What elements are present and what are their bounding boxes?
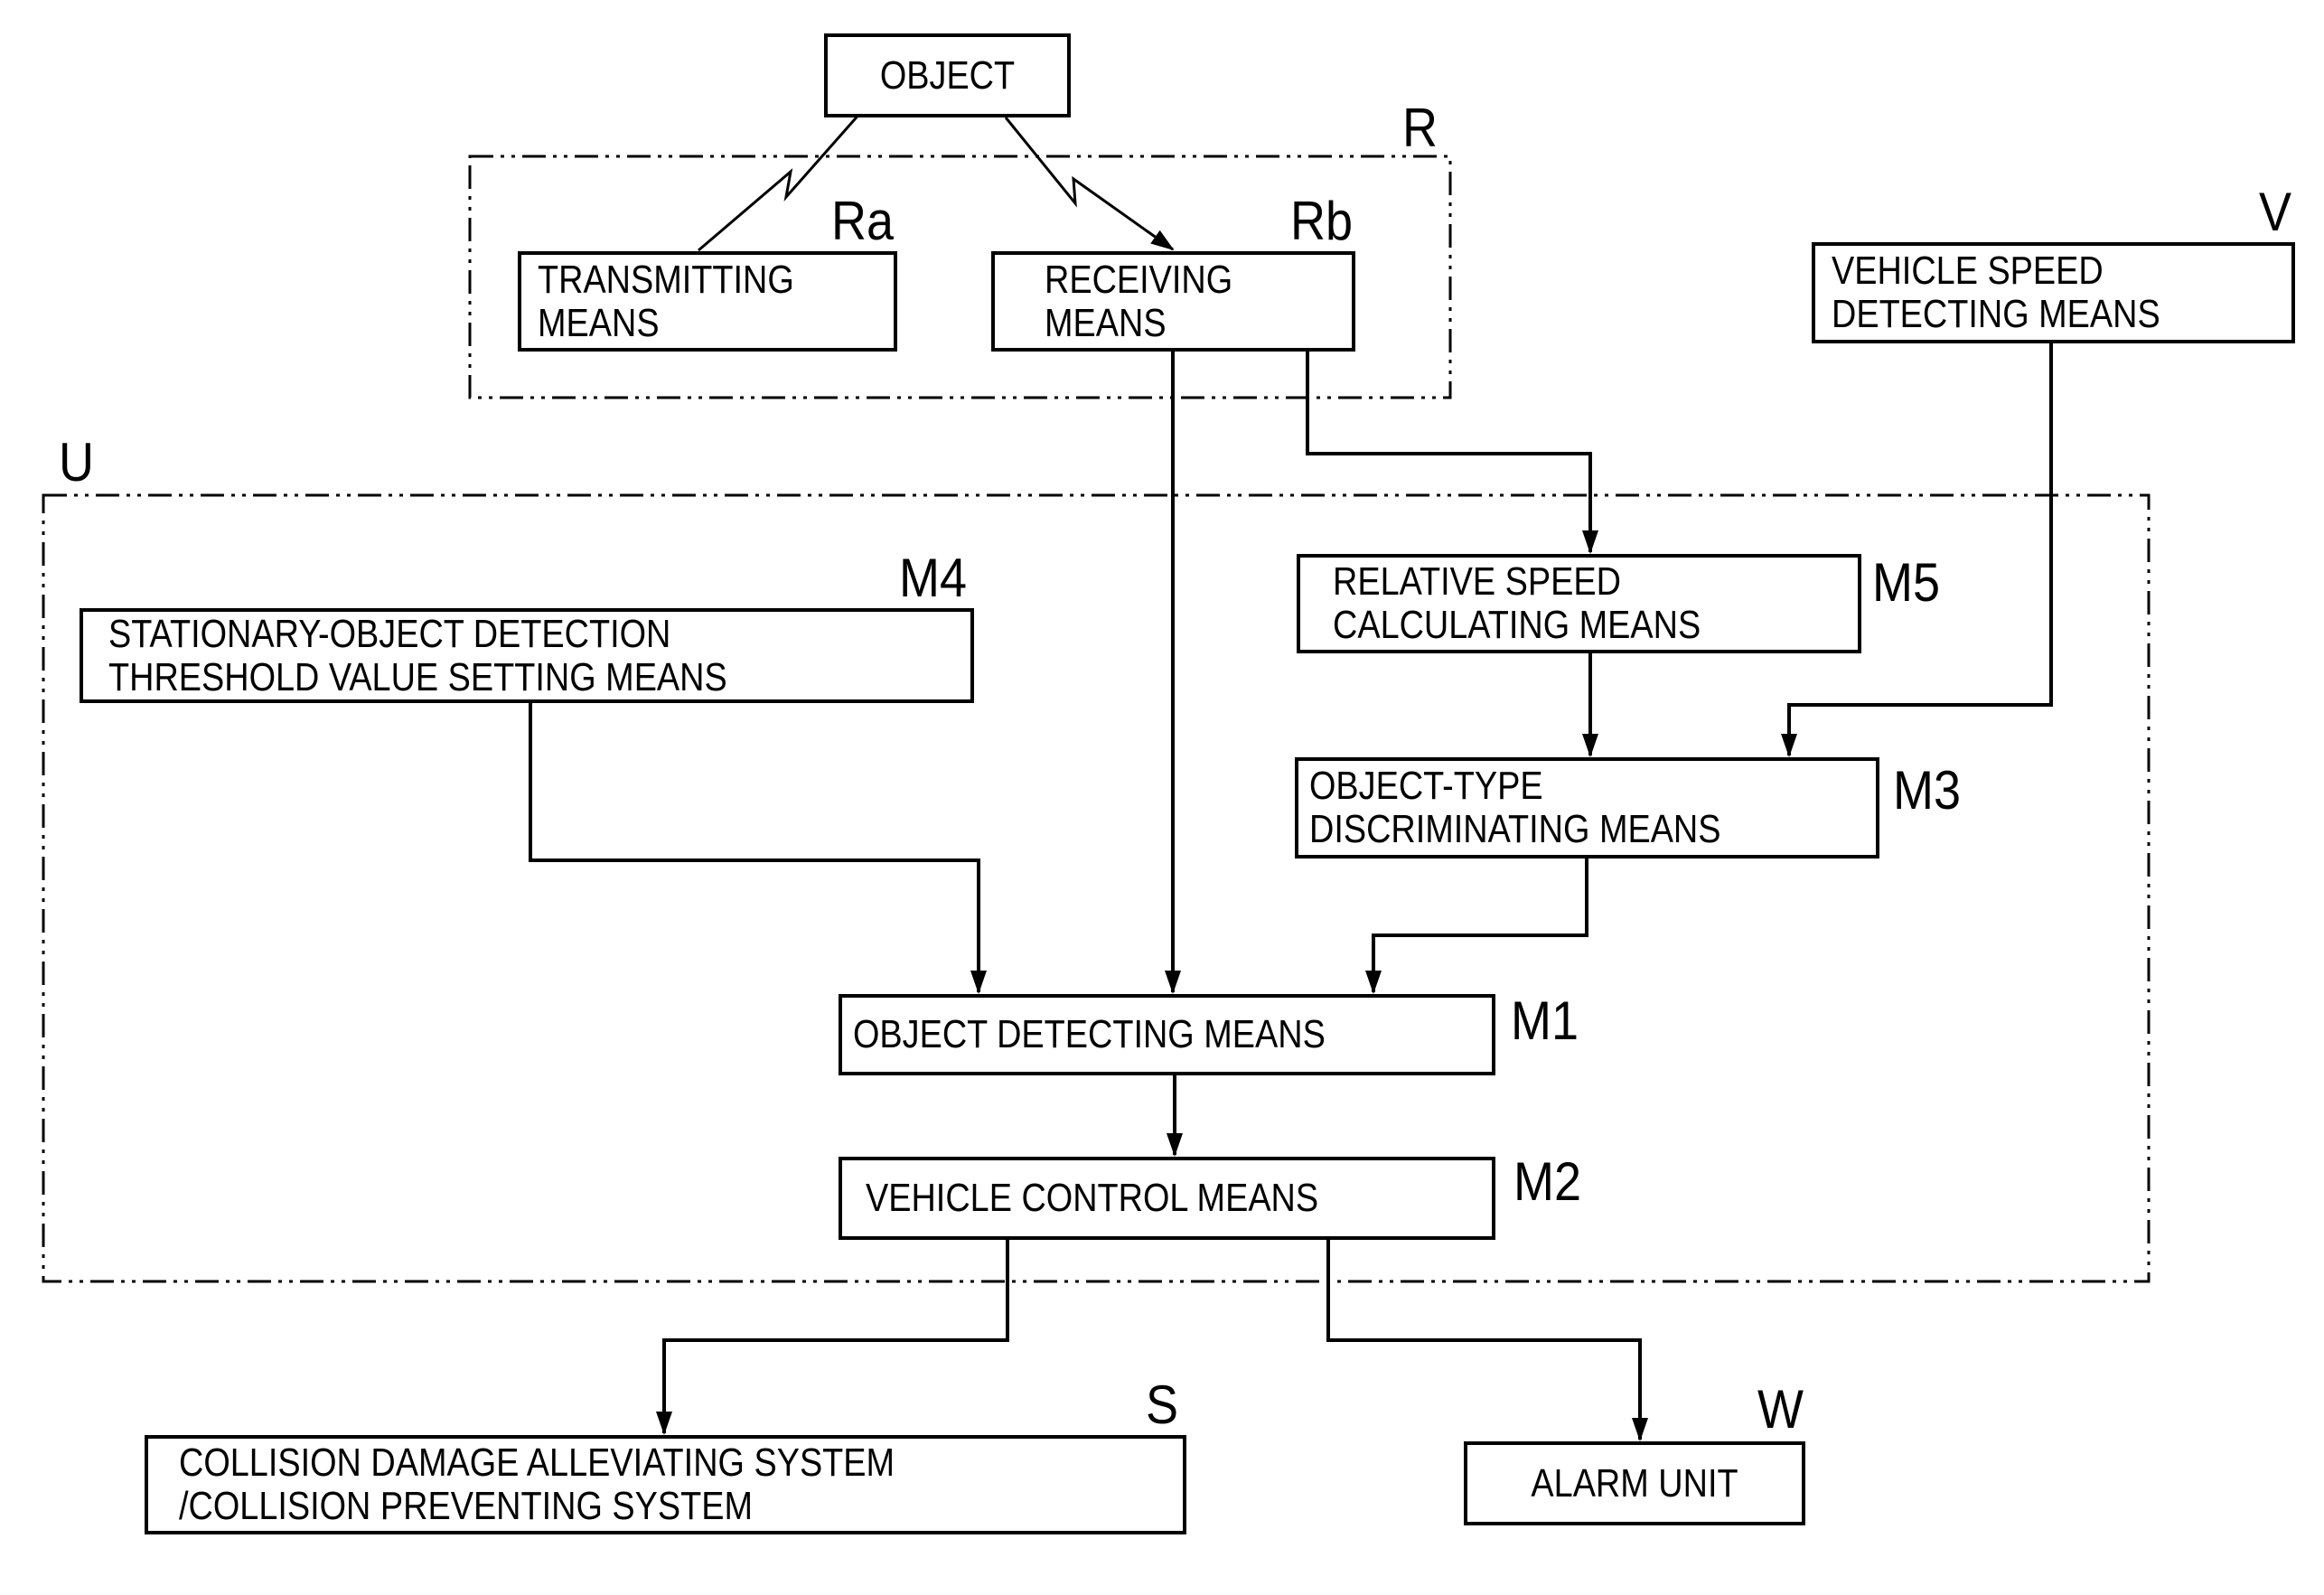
collision-system-line-1: COLLISION DAMAGE ALLEVIATING SYSTEM	[179, 1440, 895, 1485]
ref-label-rb: Rb	[1290, 191, 1354, 251]
ref-label-ra: Ra	[831, 191, 895, 251]
alarm-unit-block: ALARM UNIT	[1464, 1441, 1805, 1525]
ref-label-m5: M5	[1872, 552, 1941, 613]
link-vehicle-control-to-collision-system	[656, 1240, 1009, 1435]
threshold-setting-line-2: THRESHOLD VALUE SETTING MEANS	[108, 654, 727, 699]
ref-label-m1: M1	[1511, 990, 1579, 1051]
object-detecting-block: OBJECT DETECTING MEANS	[839, 994, 1495, 1075]
ref-label-m3: M3	[1893, 760, 1962, 821]
vehicle-control-block: VEHICLE CONTROL MEANS	[839, 1157, 1495, 1240]
ref-label-w: W	[1757, 1379, 1804, 1440]
wireless-link-receive	[1004, 117, 1175, 251]
object-type-discriminating-block: OBJECT-TYPE DISCRIMINATING MEANS	[1295, 757, 1879, 858]
ref-label-m2: M2	[1513, 1151, 1582, 1212]
transmitting-means-line-2: MEANS	[538, 300, 660, 345]
threshold-setting-line-1: STATIONARY-OBJECT DETECTION	[108, 611, 671, 656]
object-type-line-2: DISCRIMINATING MEANS	[1309, 807, 1721, 851]
group-r-label: R	[1402, 98, 1438, 158]
alarm-unit-label: ALARM UNIT	[1531, 1460, 1738, 1506]
collision-system-line-2: /COLLISION PREVENTING SYSTEM	[179, 1484, 754, 1528]
link-object-type-to-object-detecting	[1365, 858, 1588, 994]
object-block-label: OBJECT	[879, 52, 1016, 98]
receiving-means-line-2: MEANS	[1045, 300, 1167, 345]
link-threshold-to-object-detecting	[529, 703, 987, 994]
object-block: OBJECT	[824, 33, 1071, 117]
ref-label-s: S	[1146, 1375, 1179, 1435]
vehicle-speed-detecting-block: VEHICLE SPEED DETECTING MEANS	[1812, 242, 2295, 343]
object-detecting-label: OBJECT DETECTING MEANS	[853, 1012, 1326, 1056]
receiving-means-block: RECEIVING MEANS	[991, 251, 1355, 352]
relative-speed-block: RELATIVE SPEED CALCULATING MEANS	[1297, 554, 1861, 653]
transmitting-means-line-1: TRANSMITTING	[538, 257, 794, 302]
transmitting-means-block: TRANSMITTING MEANS	[518, 251, 897, 352]
ref-label-v: V	[2259, 182, 2292, 242]
link-vehicle-speed-to-object-type	[1781, 343, 2053, 757]
collision-system-block: COLLISION DAMAGE ALLEVIATING SYSTEM /COL…	[145, 1435, 1186, 1534]
ref-label-m4: M4	[899, 548, 968, 608]
vehicle-speed-line-2: DETECTING MEANS	[1832, 292, 2160, 336]
link-vehicle-control-to-alarm	[1326, 1240, 1648, 1441]
connection-layer	[42, 87, 2151, 1441]
relative-speed-line-1: RELATIVE SPEED	[1333, 559, 1621, 604]
receiving-means-line-1: RECEIVING	[1045, 257, 1233, 302]
relative-speed-line-2: CALCULATING MEANS	[1333, 603, 1701, 647]
vehicle-speed-line-1: VEHICLE SPEED	[1832, 249, 2104, 293]
vehicle-control-label: VEHICLE CONTROL MEANS	[866, 1176, 1319, 1220]
object-type-line-1: OBJECT-TYPE	[1309, 764, 1543, 808]
group-u-label: U	[59, 432, 95, 493]
block-diagram: R U OBJECT TRANSMITTING MEANS Ra RECEIVI…	[0, 0, 2324, 1595]
threshold-setting-block: STATIONARY-OBJECT DETECTION THRESHOLD VA…	[80, 608, 974, 703]
